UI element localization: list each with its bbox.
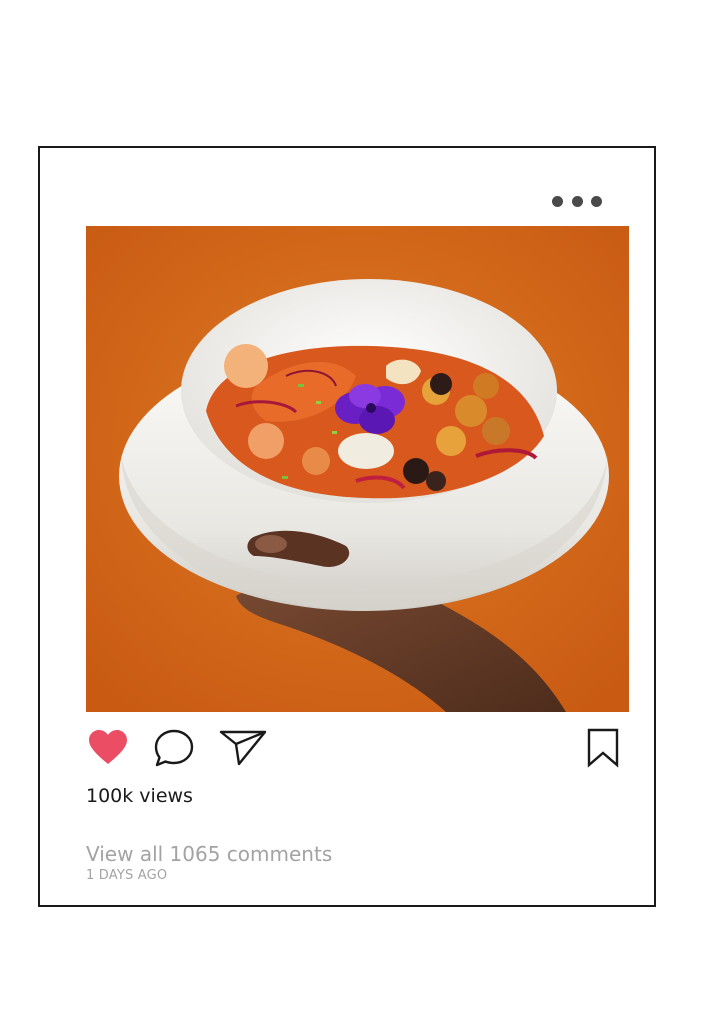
view-comments-link[interactable]: View all 1065 comments	[86, 842, 332, 866]
post-timestamp: 1 DAYS AGO	[86, 868, 168, 883]
share-button[interactable]	[218, 726, 268, 770]
more-options-button[interactable]	[552, 192, 602, 210]
post-card: 100k views View all 1065 comments 1 DAYS…	[38, 146, 656, 907]
more-dot-icon	[591, 195, 602, 207]
more-dot-icon	[552, 195, 563, 207]
send-icon	[219, 730, 267, 766]
comment-icon	[154, 729, 194, 767]
more-dot-icon	[571, 195, 583, 207]
heart-icon	[89, 730, 127, 764]
food-bowl-illustration	[86, 226, 629, 712]
view-count: 100k views	[86, 785, 193, 807]
like-button[interactable]	[86, 726, 130, 770]
post-photo[interactable]	[86, 226, 629, 712]
comment-button[interactable]	[152, 726, 196, 770]
action-bar	[86, 726, 629, 770]
bookmark-icon	[587, 728, 619, 768]
save-button[interactable]	[585, 726, 621, 770]
